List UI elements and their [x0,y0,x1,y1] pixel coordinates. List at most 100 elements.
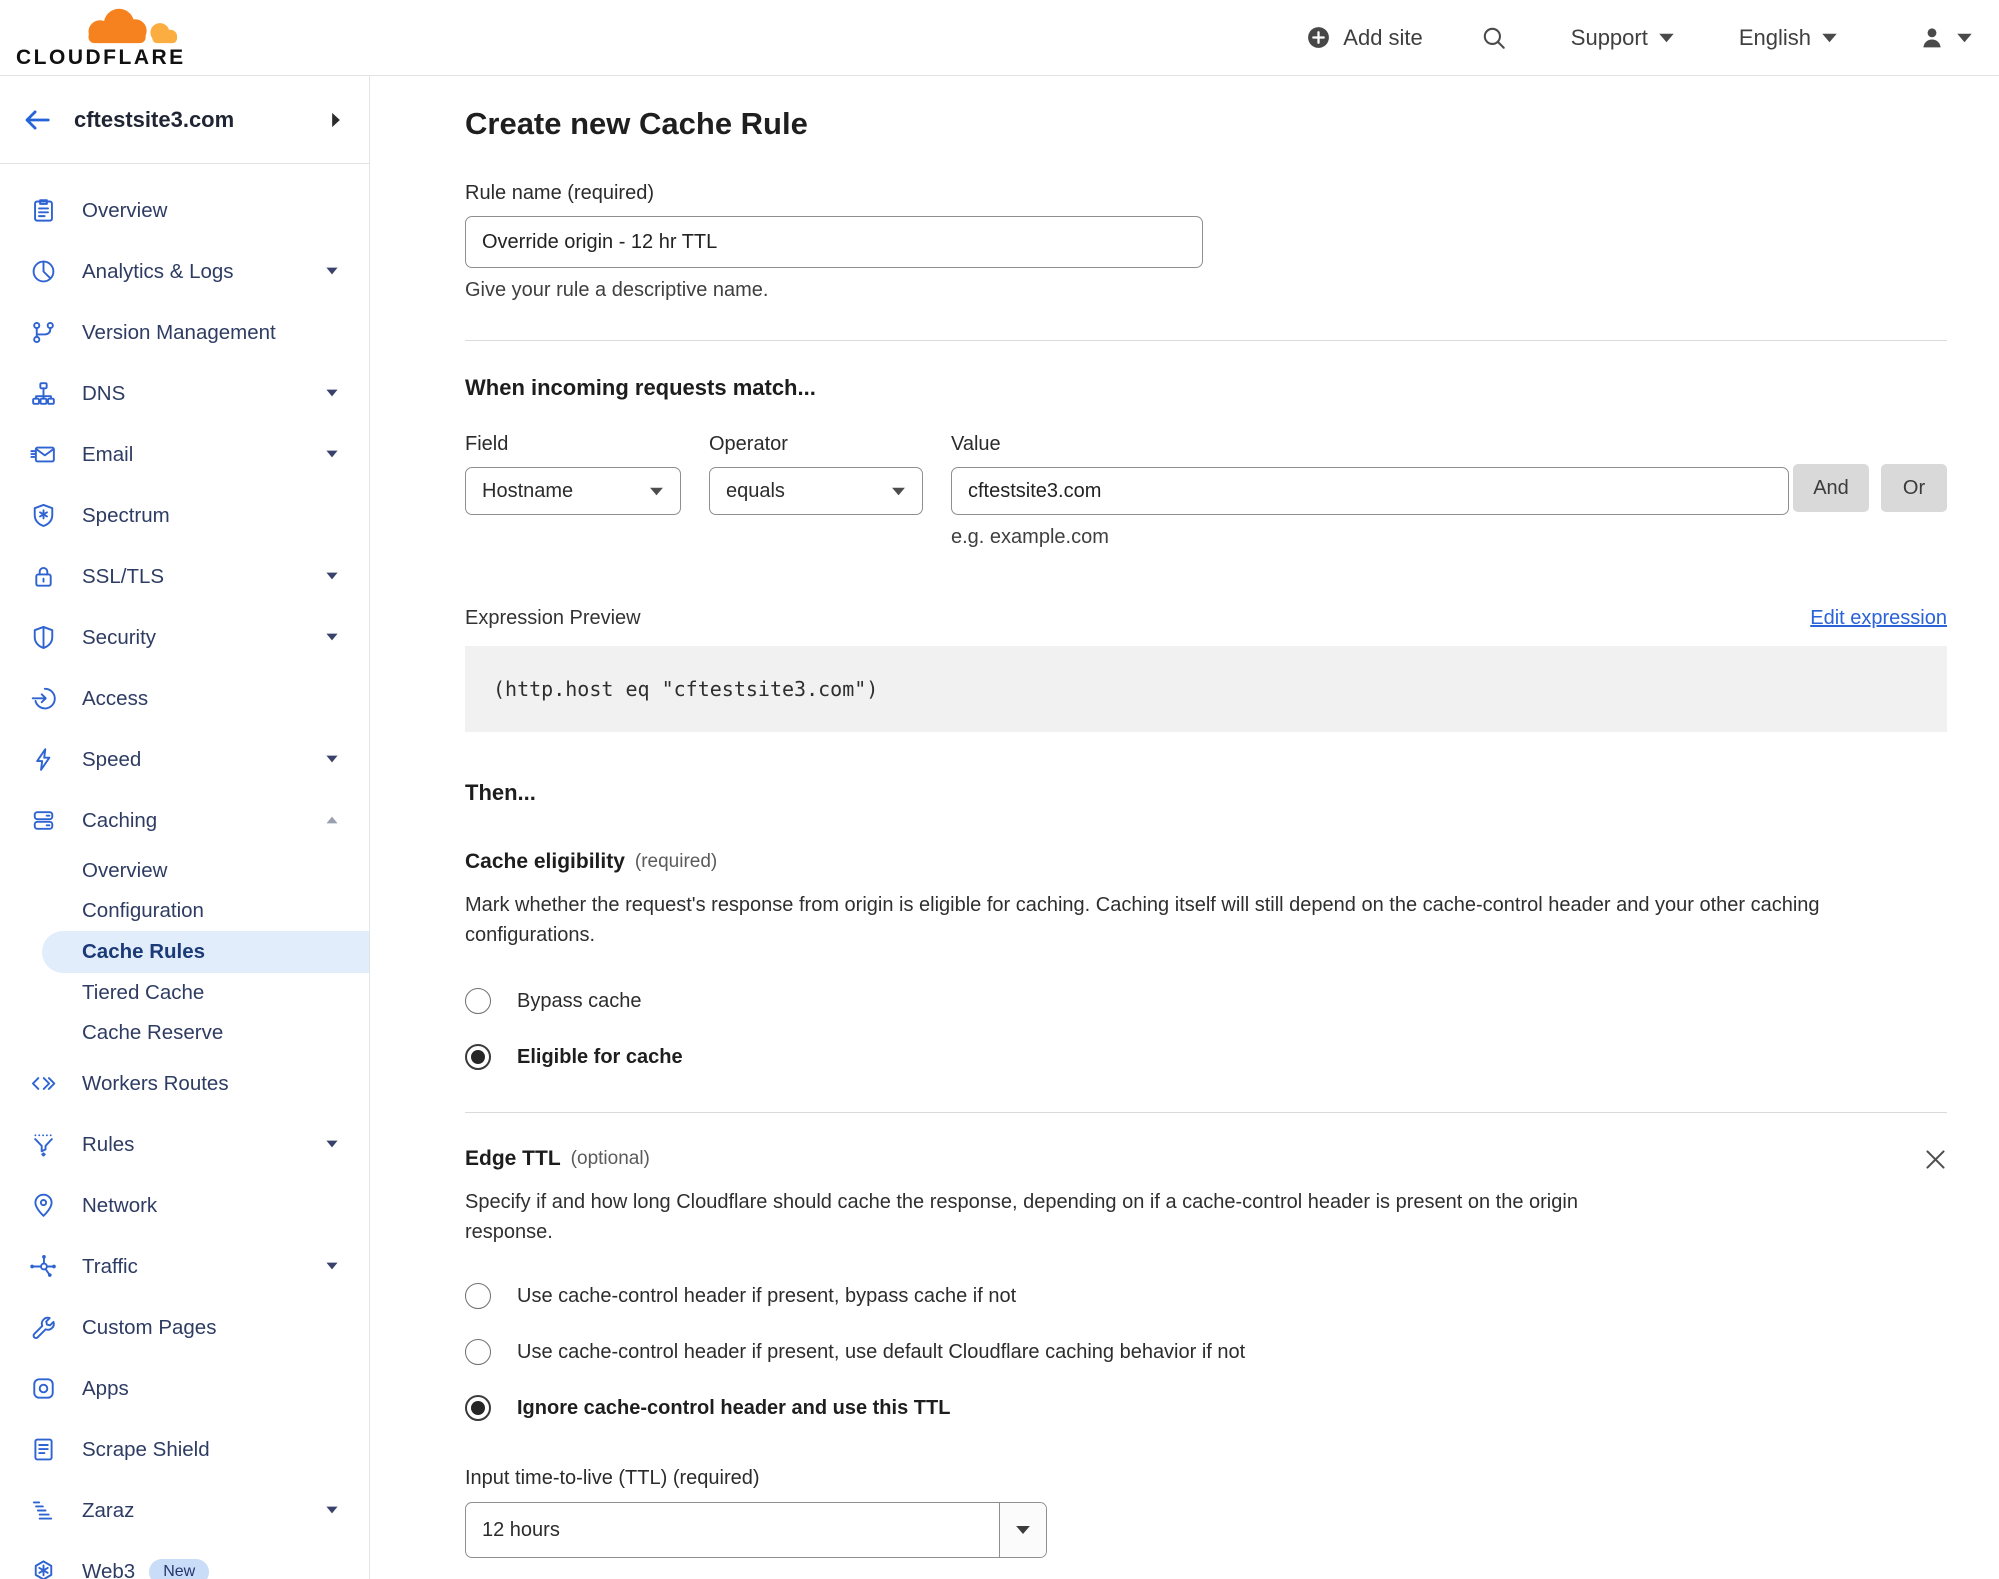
radio-option-use-cache-control-header-if-present-bypass-cache-if-not[interactable]: Use cache-control header if present, byp… [465,1283,1947,1309]
support-label: Support [1570,24,1648,50]
radio-unselected-icon[interactable] [465,988,491,1014]
chevron-down-icon [325,263,339,281]
radio-option-bypass-cache[interactable]: Bypass cache [465,988,1947,1014]
site-name: cftestsite3.com [74,106,235,132]
site-switcher-chevron-icon[interactable] [329,111,343,129]
add-site-button[interactable]: Add site [1306,25,1423,51]
sidebar-item-caching[interactable]: Caching [0,790,369,851]
branch-icon [30,319,57,346]
sidebar-item-apps[interactable]: Apps [0,1358,369,1419]
cloudflare-logo[interactable]: CLOUDFLARE [16,5,188,70]
cache-eligibility-description: Mark whether the request's response from… [465,894,1820,946]
sidebar-item-speed[interactable]: Speed [0,729,369,790]
language-menu[interactable]: English [1739,25,1838,51]
back-arrow-icon[interactable] [22,107,52,133]
chevron-down-icon [325,568,339,586]
rule-name-label: Rule name (required) [465,182,654,204]
login-arrow-icon [30,685,57,712]
sidebar-item-label: Web3 [82,1559,136,1579]
ttl-select[interactable]: 12 hours [465,1502,1047,1558]
sidebar-item-label: Custom Pages [82,1315,217,1339]
support-menu[interactable]: Support [1571,25,1675,51]
sidebar-item-ssl-tls[interactable]: SSL/TLS [0,546,369,607]
envelope-icon [30,441,57,468]
chevron-down-icon [1016,1526,1030,1534]
sidebar-item-label: Version Management [82,320,276,344]
sidebar-item-rules[interactable]: Rules [0,1114,369,1175]
main-content: Create new Cache Rule Rule name (require… [371,76,1999,1579]
location-pin-icon [30,1192,57,1219]
sidebar-item-zaraz[interactable]: Zaraz [0,1480,369,1541]
chevron-up-icon [325,812,339,830]
or-button[interactable]: Or [1881,464,1947,512]
operator-select-value: equals [726,479,785,502]
sidebar-subitem-cache-rules[interactable]: Cache Rules [42,931,369,973]
page-title: Create new Cache Rule [465,106,808,141]
code-brackets-icon [30,1070,57,1097]
cloudflare-cloud-icon [88,8,178,44]
radio-option-label: Bypass cache [517,989,642,1012]
sidebar-item-spectrum[interactable]: Spectrum [0,485,369,546]
new-badge: New [149,1558,210,1579]
chevron-down-icon [1822,33,1837,42]
ttl-select-arrow[interactable] [999,1503,1046,1557]
sidebar-item-web3[interactable]: Web3 New [0,1541,369,1579]
radio-option-ignore-cache-control-header-and-use-this-ttl[interactable]: Ignore cache-control header and use this… [465,1395,1947,1421]
radio-selected-icon[interactable] [465,1395,491,1421]
operator-select[interactable]: equals [709,467,923,515]
close-icon[interactable] [1924,1148,1947,1171]
sidebar-item-analytics-logs[interactable]: Analytics & Logs [0,241,369,302]
lock-icon [30,563,57,590]
edge-ttl-radio-group: Use cache-control header if present, byp… [465,1283,1947,1421]
edge-ttl-optional-tag: (optional) [570,1148,650,1169]
sidebar-item-label: Spectrum [82,503,170,527]
sidebar-item-label: SSL/TLS [82,564,165,588]
divider [465,1112,1947,1113]
wrench-icon [30,1314,57,1341]
sidebar-item-label: Scrape Shield [82,1437,210,1461]
sidebar-subitem-overview[interactable]: Overview [0,851,369,891]
sidebar-item-workers-routes[interactable]: Workers Routes [0,1053,369,1114]
expression-code: (http.host eq "cftestsite3.com") [465,646,1947,732]
field-select[interactable]: Hostname [465,467,681,515]
radio-unselected-icon[interactable] [465,1283,491,1309]
sidebar-item-access[interactable]: Access [0,668,369,729]
sidebar-item-security[interactable]: Security [0,607,369,668]
account-menu[interactable] [1918,24,1973,52]
pie-chart-icon [30,258,57,285]
radio-unselected-icon[interactable] [465,1339,491,1365]
radio-option-eligible-for-cache[interactable]: Eligible for cache [465,1044,1947,1070]
sidebar: cftestsite3.com Overview Analytics & Logs… [0,76,370,1579]
search-icon[interactable] [1481,25,1507,51]
then-heading: Then... [465,780,536,805]
expression-preview-label: Expression Preview [465,607,641,629]
edit-expression-link[interactable]: Edit expression [1810,607,1947,630]
cache-eligibility-required-tag: (required) [634,851,718,872]
sidebar-item-scrape-shield[interactable]: Scrape Shield [0,1419,369,1480]
sidebar-item-custom-pages[interactable]: Custom Pages [0,1297,369,1358]
sidebar-item-traffic[interactable]: Traffic [0,1236,369,1297]
value-input[interactable] [951,467,1789,515]
rule-name-input[interactable] [465,216,1203,268]
sidebar-item-network[interactable]: Network [0,1175,369,1236]
server-stack-icon [30,807,57,834]
rule-name-helper: Give your rule a descriptive name. [465,279,769,301]
sidebar-nav: Overview Analytics & Logs Version Manageme… [0,164,369,1579]
sidebar-item-label: DNS [82,381,126,405]
sidebar-item-version-management[interactable]: Version Management [0,302,369,363]
sidebar-item-dns[interactable]: DNS [0,363,369,424]
add-site-plus-icon [1308,27,1330,48]
radio-option-use-cache-control-header-if-present-use-default-cloudflare-caching-behavior-if-not[interactable]: Use cache-control header if present, use… [465,1339,1947,1365]
cache-eligibility-radio-group: Bypass cache Eligible for cache [465,988,1947,1070]
sidebar-subitem-tiered-cache[interactable]: Tiered Cache [0,973,369,1013]
sidebar-item-email[interactable]: Email [0,424,369,485]
user-icon [1923,27,1941,47]
sidebar-subitem-configuration[interactable]: Configuration [0,891,369,931]
sidebar-subitem-cache-reserve[interactable]: Cache Reserve [0,1013,369,1053]
clipboard-icon [30,197,57,224]
and-button[interactable]: And [1793,464,1869,512]
radio-selected-icon[interactable] [465,1044,491,1070]
sidebar-item-overview[interactable]: Overview [0,180,369,241]
sidebar-item-label: Workers Routes [82,1071,229,1095]
sidebar-item-label: Analytics & Logs [82,259,234,283]
